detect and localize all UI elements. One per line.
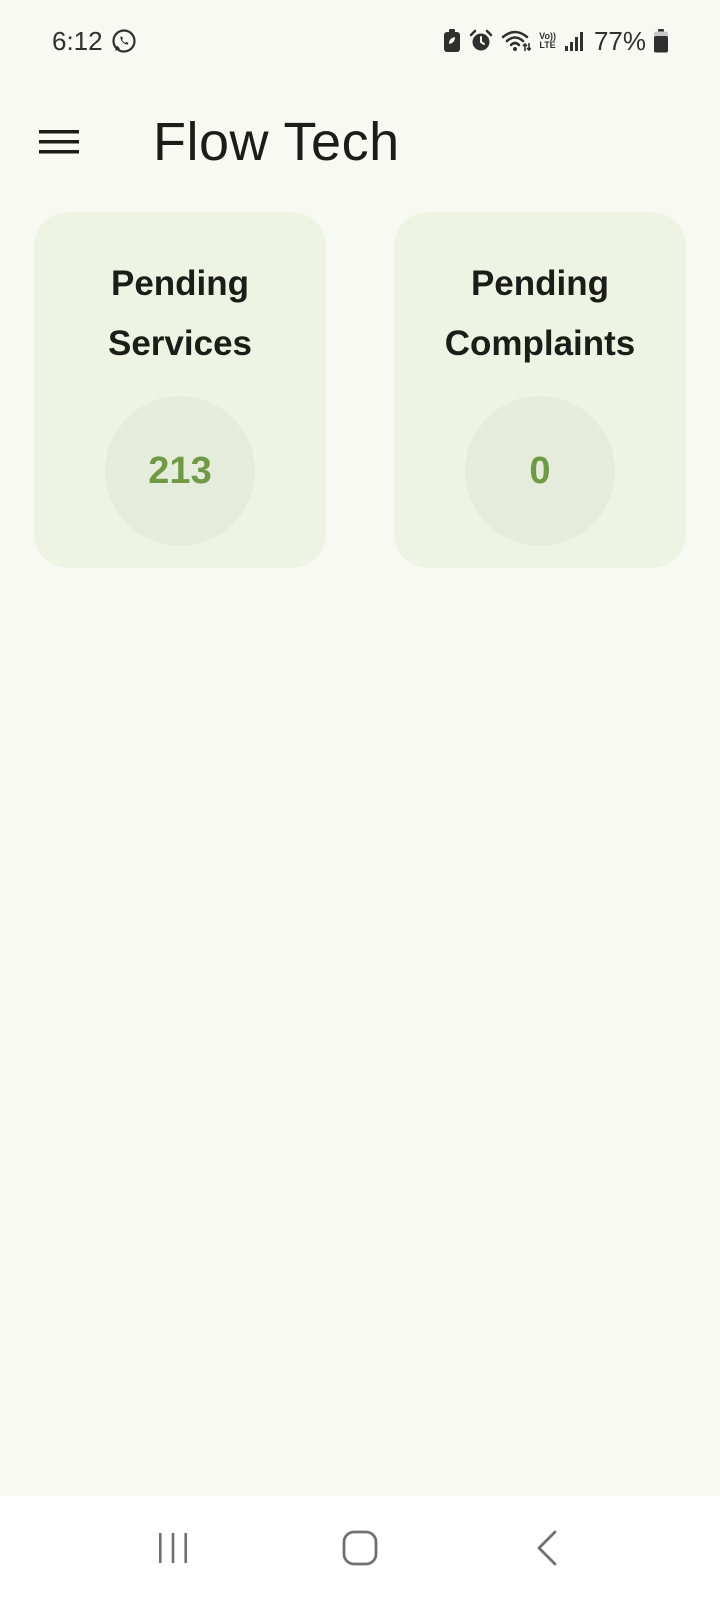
pending-services-card[interactable]: Pending Services 213 — [34, 212, 326, 568]
pending-services-count: 213 — [148, 449, 212, 492]
app-bar: Flow Tech — [0, 82, 720, 202]
hamburger-menu-icon[interactable] — [29, 112, 89, 172]
recent-apps-icon[interactable] — [133, 1508, 213, 1588]
battery-icon — [654, 29, 668, 53]
pending-complaints-count: 0 — [529, 449, 551, 492]
pending-complaints-card[interactable]: Pending Complaints 0 — [394, 212, 686, 568]
pending-complaints-title: Pending Complaints — [444, 264, 636, 363]
app-title: Flow Tech — [153, 112, 400, 172]
status-right: Vo)) LTE 77% — [443, 26, 668, 57]
pending-services-count-circle: 213 — [105, 396, 255, 546]
system-nav-bar — [0, 1496, 720, 1600]
summary-cards: Pending Services 213 Pending Complaints … — [34, 212, 686, 568]
volte-bottom-label: LTE — [539, 40, 556, 50]
back-icon[interactable] — [507, 1508, 587, 1588]
signal-icon — [564, 30, 586, 52]
battery-saver-icon — [443, 29, 461, 53]
volte-icon: Vo)) LTE — [539, 32, 556, 50]
status-time: 6:12 — [52, 25, 103, 56]
whatsapp-icon — [111, 28, 137, 54]
home-icon[interactable] — [320, 1508, 400, 1588]
wifi-icon — [501, 29, 532, 53]
alarm-icon — [469, 29, 493, 53]
status-bar: 6:12 Vo)) LTE 77% — [0, 0, 720, 82]
app-screen: 6:12 Vo)) LTE 77% Flow Tech Pending Serv… — [0, 0, 720, 1600]
pending-services-title: Pending Services — [107, 264, 253, 363]
pending-complaints-count-circle: 0 — [465, 396, 615, 546]
battery-percent: 77% — [593, 25, 646, 56]
status-left: 6:12 — [52, 26, 137, 57]
